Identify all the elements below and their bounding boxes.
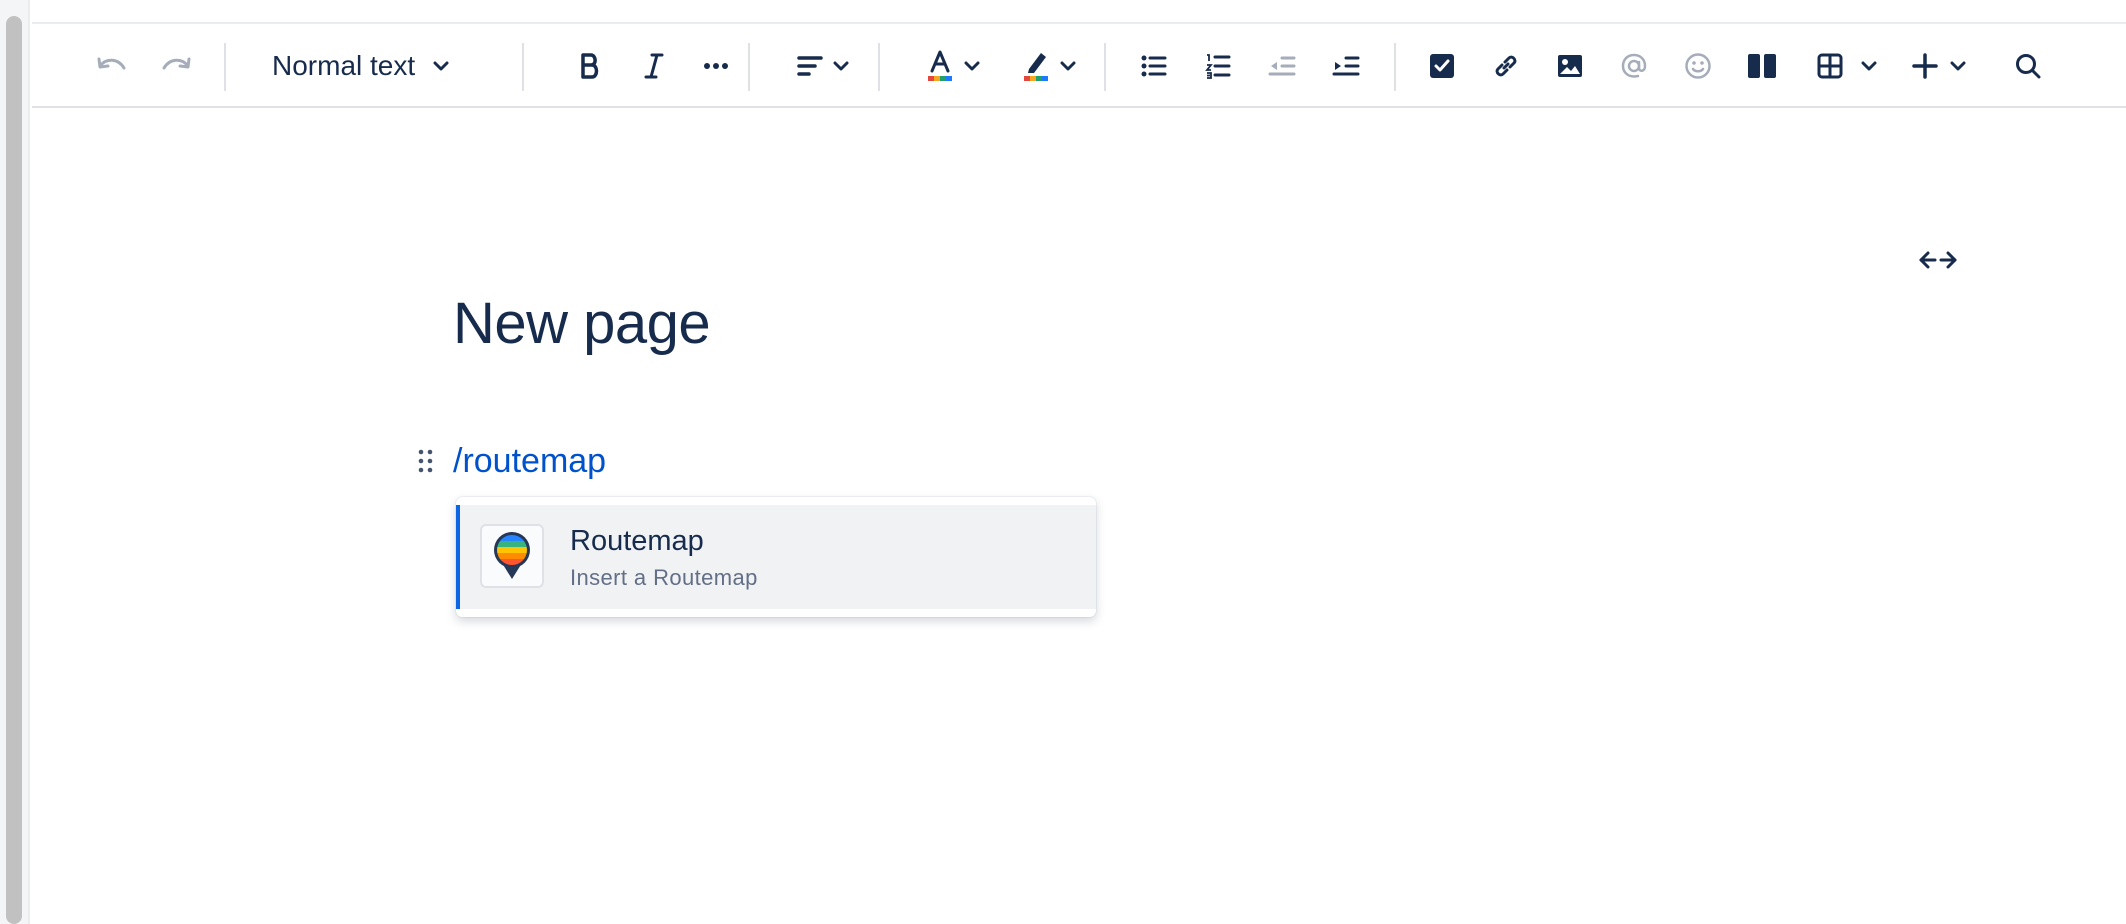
more-formatting-button[interactable] bbox=[692, 24, 740, 108]
chevron-down-icon bbox=[433, 61, 449, 71]
chevron-down-icon bbox=[964, 61, 980, 71]
page-title[interactable]: New page bbox=[453, 290, 711, 357]
bullet-list-icon bbox=[1141, 55, 1167, 77]
find-button[interactable] bbox=[2004, 24, 2052, 108]
numbered-list-button[interactable] bbox=[1194, 24, 1242, 108]
toolbar-separator bbox=[878, 43, 880, 91]
toolbar-separator bbox=[748, 43, 750, 91]
indent-icon bbox=[1332, 56, 1360, 76]
editor-toolbar: Normal text bbox=[32, 24, 2126, 108]
action-item-button[interactable] bbox=[1418, 24, 1466, 108]
typeahead-item-routemap[interactable]: Routemap Insert a Routemap bbox=[456, 505, 1096, 609]
outdent-icon bbox=[1268, 56, 1296, 76]
outdent-button[interactable] bbox=[1258, 24, 1306, 108]
expand-width-icon bbox=[1919, 251, 1957, 269]
layouts-button[interactable] bbox=[1738, 24, 1786, 108]
toolbar-separator bbox=[1394, 43, 1396, 91]
table-dropdown[interactable] bbox=[1802, 24, 1892, 108]
checkbox-icon bbox=[1430, 54, 1454, 78]
toolbar-separator bbox=[224, 43, 226, 91]
table-icon bbox=[1817, 53, 1843, 79]
drag-handle-icon[interactable] bbox=[416, 448, 436, 476]
scrollbar-track[interactable] bbox=[0, 0, 30, 924]
search-icon bbox=[2016, 54, 2041, 79]
bullet-list-button[interactable] bbox=[1130, 24, 1178, 108]
emoji-button[interactable] bbox=[1674, 24, 1722, 108]
redo-icon bbox=[162, 57, 191, 70]
toolbar-separator bbox=[522, 43, 524, 91]
chevron-down-icon bbox=[1950, 61, 1966, 71]
plus-icon bbox=[1912, 53, 1938, 79]
editor-window: Normal text New page /routemap Routemap … bbox=[0, 0, 2126, 924]
slash-command-text[interactable]: /routemap bbox=[453, 442, 606, 481]
toolbar-separator bbox=[1104, 43, 1106, 91]
undo-button[interactable] bbox=[88, 24, 136, 108]
more-icon bbox=[704, 63, 728, 69]
emoji-icon bbox=[1685, 53, 1711, 79]
top-divider bbox=[32, 0, 2126, 24]
align-left-icon bbox=[797, 56, 823, 76]
text-style-label: Normal text bbox=[272, 50, 416, 81]
scrollbar-thumb[interactable] bbox=[6, 16, 22, 924]
link-icon bbox=[1495, 55, 1517, 77]
typeahead-item-description: Insert a Routemap bbox=[570, 565, 758, 590]
italic-button[interactable] bbox=[630, 24, 678, 108]
mention-icon bbox=[1621, 53, 1647, 78]
redo-button[interactable] bbox=[152, 24, 200, 108]
highlight-dropdown[interactable] bbox=[1004, 24, 1094, 108]
typeahead-item-title: Routemap bbox=[570, 525, 704, 557]
bold-button[interactable] bbox=[566, 24, 614, 108]
numbered-list-icon bbox=[1205, 54, 1231, 79]
bold-icon bbox=[581, 53, 599, 79]
link-button[interactable] bbox=[1482, 24, 1530, 108]
chevron-down-icon bbox=[833, 61, 849, 71]
image-button[interactable] bbox=[1546, 24, 1594, 108]
text-alignment-dropdown[interactable] bbox=[778, 24, 868, 108]
insert-dropdown[interactable] bbox=[1894, 24, 1984, 108]
page-width-toggle[interactable] bbox=[1916, 242, 1960, 278]
image-icon bbox=[1558, 55, 1582, 77]
indent-button[interactable] bbox=[1322, 24, 1370, 108]
text-color-icon bbox=[928, 50, 952, 81]
highlight-icon bbox=[1024, 53, 1048, 81]
text-color-dropdown[interactable] bbox=[908, 24, 998, 108]
undo-icon bbox=[97, 57, 126, 70]
text-style-dropdown[interactable]: Normal text bbox=[272, 24, 522, 108]
chevron-down-icon bbox=[1060, 61, 1076, 71]
layout-columns-icon bbox=[1748, 54, 1776, 78]
italic-icon bbox=[644, 53, 664, 79]
mention-button[interactable] bbox=[1610, 24, 1658, 108]
chevron-down-icon bbox=[1861, 61, 1877, 71]
routemap-pin-icon bbox=[480, 524, 544, 588]
typeahead-menu: Routemap Insert a Routemap bbox=[456, 497, 1096, 617]
